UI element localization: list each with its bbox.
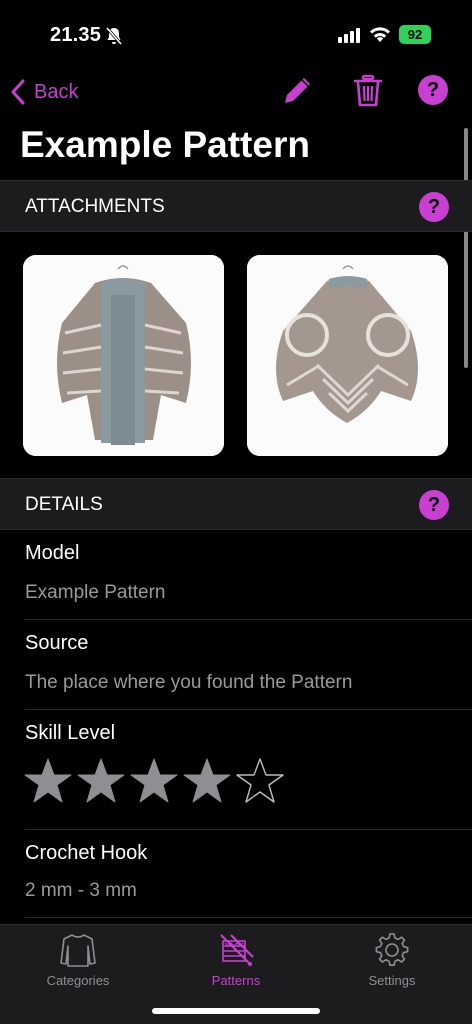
source-value: The place where you found the Pattern <box>25 672 353 693</box>
attachment-image-front[interactable] <box>23 255 224 456</box>
trash-icon[interactable] <box>352 74 384 108</box>
tab-categories-label: Categories <box>46 973 110 988</box>
back-button[interactable]: Back <box>10 76 78 108</box>
help-button[interactable]: ? <box>418 75 450 109</box>
scrollbar[interactable] <box>464 128 468 368</box>
tab-patterns[interactable]: Patterns <box>176 931 296 988</box>
source-title: Source <box>25 632 89 654</box>
sweater-icon <box>60 934 96 967</box>
divider <box>25 829 472 830</box>
divider <box>25 917 472 918</box>
tab-patterns-label: Patterns <box>211 973 261 988</box>
skill-level-title: Skill Level <box>25 722 116 744</box>
status-time: 21.35 <box>50 24 102 46</box>
back-label: Back <box>34 80 79 103</box>
details-header: DETAILS ? <box>0 478 472 530</box>
bell-muted-icon <box>105 27 123 45</box>
question-icon: ? <box>418 75 448 105</box>
attachment-image-back[interactable] <box>247 255 448 456</box>
attachments-header: ATTACHMENTS ? <box>0 180 472 232</box>
chevron-left-icon <box>11 79 25 105</box>
star-filled-icon[interactable] <box>77 756 125 806</box>
knitting-icon <box>220 934 254 966</box>
details-help-button[interactable]: ? <box>419 490 449 520</box>
star-empty-icon[interactable] <box>236 756 284 806</box>
signal-icon <box>338 28 360 43</box>
details-header-label: DETAILS <box>25 494 103 515</box>
cardigan-back-image <box>247 255 448 456</box>
navigation-bar: Back ? <box>0 72 472 112</box>
home-indicator[interactable] <box>152 1008 320 1014</box>
attachments-help-button[interactable]: ? <box>419 192 449 222</box>
tab-settings[interactable]: Settings <box>332 931 452 988</box>
page-title: Example Pattern <box>20 124 310 165</box>
status-bar: 21.35 92 <box>0 0 472 70</box>
model-value: Example Pattern <box>25 582 166 603</box>
pencil-icon[interactable] <box>282 74 314 108</box>
tab-categories[interactable]: Categories <box>18 931 138 988</box>
model-title: Model <box>25 542 80 564</box>
wifi-icon <box>370 27 390 42</box>
divider <box>25 619 472 620</box>
star-filled-icon[interactable] <box>130 756 178 806</box>
skill-level-rating[interactable] <box>24 756 284 806</box>
crochet-hook-value: 2 mm - 3 mm <box>25 880 137 901</box>
cardigan-front-image <box>23 255 224 456</box>
divider <box>25 709 472 710</box>
tab-settings-label: Settings <box>368 973 416 988</box>
star-filled-icon[interactable] <box>183 756 231 806</box>
crochet-hook-title: Crochet Hook <box>25 842 148 864</box>
battery-level: 92 <box>407 27 423 42</box>
battery-indicator: 92 <box>399 25 431 44</box>
star-filled-icon[interactable] <box>24 756 72 806</box>
attachments-header-label: ATTACHMENTS <box>25 196 165 217</box>
gear-icon <box>375 933 409 966</box>
